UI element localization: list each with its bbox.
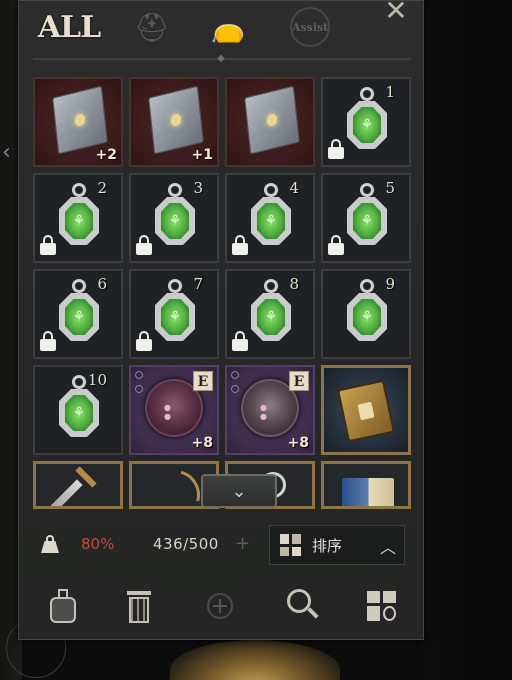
enhance-level: +8 xyxy=(287,435,309,451)
tome-icon xyxy=(148,85,204,155)
item-count: 1 xyxy=(385,83,395,101)
item-count: 5 xyxy=(385,179,395,197)
lock-icon xyxy=(327,235,345,255)
tab-equipment[interactable]: ⛑ xyxy=(127,5,177,49)
expand-capacity-button[interactable]: + xyxy=(235,533,250,554)
inventory-slot[interactable]: ◇ ◇ ◇⚘5 xyxy=(321,173,411,263)
socket-icon xyxy=(135,371,143,379)
add-icon xyxy=(207,593,233,619)
pocket-watch-icon: ⚘ xyxy=(155,279,195,343)
lock-icon xyxy=(39,235,57,255)
item-count: 3 xyxy=(193,179,203,197)
inventory-slot[interactable]: ◇ ◇ ◇⚘6 xyxy=(33,269,123,359)
add-button[interactable]: + xyxy=(197,583,243,629)
inventory-slot[interactable]: ◇ ◇ ◇⚘7 xyxy=(129,269,219,359)
sort-label: 排序 xyxy=(312,536,343,555)
socket-icon xyxy=(231,385,239,393)
item-count: 8 xyxy=(289,275,299,293)
close-button[interactable]: ✕ xyxy=(381,0,411,27)
enhance-level: +8 xyxy=(191,435,213,451)
lock-icon xyxy=(327,139,345,159)
pocket-watch-icon: ⚘ xyxy=(59,183,99,247)
bow-icon xyxy=(140,464,210,506)
pocket-watch-icon: ⚘ xyxy=(347,183,387,247)
bottom-toolbar: + xyxy=(19,581,425,631)
search-button[interactable] xyxy=(277,583,323,629)
weight-percent: 80% xyxy=(81,535,115,553)
tab-assist[interactable]: Assist xyxy=(285,5,335,49)
weight-icon xyxy=(39,533,61,555)
inventory-slot[interactable] xyxy=(321,461,411,509)
inventory-slot[interactable]: ◇ ◇ ◇⚘4 xyxy=(225,173,315,263)
grid-view-button[interactable] xyxy=(359,583,405,629)
item-count: 7 xyxy=(193,275,203,293)
background-right xyxy=(422,0,512,680)
assist-icon xyxy=(290,7,330,47)
close-icon: ✕ xyxy=(384,0,408,27)
item-count: 6 xyxy=(97,275,107,293)
inventory-slot[interactable]: +2 xyxy=(33,77,123,167)
inventory-slot[interactable]: ◇ ◇ ◇⚘10 xyxy=(33,365,123,455)
divider-ornament: ◆ xyxy=(217,53,225,64)
item-count: 4 xyxy=(289,179,299,197)
sort-icon xyxy=(280,534,302,556)
pocket-watch-icon: ⚘ xyxy=(251,279,291,343)
sword-icon xyxy=(37,479,83,506)
tab-all[interactable]: ALL xyxy=(38,5,101,49)
socket-icon xyxy=(135,385,143,393)
inventory-slot[interactable]: +1 xyxy=(129,77,219,167)
inventory-slot[interactable]: ● ● E +8 xyxy=(129,365,219,455)
inventory-slot[interactable] xyxy=(225,77,315,167)
tome-icon xyxy=(52,85,108,155)
lock-icon xyxy=(231,235,249,255)
inventory-slot[interactable]: ◇ ◇ ◇⚘3 xyxy=(129,173,219,263)
item-count: 9 xyxy=(385,275,395,293)
inventory-panel: ALL ⛑ 👝 Assist ✕ ◆ +2+1◇ ◇ ◇⚘1◇ ◇ ◇⚘2◇ ◇… xyxy=(18,0,424,640)
sort-button[interactable]: 排序 ︿ xyxy=(269,525,405,565)
expand-button[interactable]: ⌄ xyxy=(201,474,277,508)
item-count: 10 xyxy=(87,371,107,389)
equipped-badge: E xyxy=(193,371,213,391)
pocket-watch-icon: ⚘ xyxy=(155,183,195,247)
pocket-watch-icon: ⚘ xyxy=(59,279,99,343)
chevron-up-icon: ︿ xyxy=(379,538,396,557)
tab-consumables[interactable]: 👝 xyxy=(203,5,253,49)
bag-icon: 👝 xyxy=(210,10,246,44)
side-arrow-icon[interactable]: ‹ xyxy=(2,140,11,165)
slot-capacity: 436/500 xyxy=(153,535,219,553)
background-orb xyxy=(170,640,340,680)
enhance-level: +1 xyxy=(191,147,213,163)
lock-icon xyxy=(135,235,153,255)
enhance-level: +2 xyxy=(95,147,117,163)
tab-bar: ALL ⛑ 👝 Assist ✕ xyxy=(19,0,425,57)
item-count: 2 xyxy=(97,179,107,197)
tome-icon xyxy=(244,85,300,155)
pocket-watch-icon: ⚘ xyxy=(347,279,387,343)
inventory-slot[interactable] xyxy=(321,365,411,455)
socket-icon xyxy=(231,371,239,379)
scroll-icon xyxy=(342,478,394,506)
inventory-slot[interactable]: ◇ ◇ ◇⚘2 xyxy=(33,173,123,263)
lock-icon xyxy=(135,331,153,351)
potion-button[interactable] xyxy=(39,583,85,629)
inventory-slot[interactable]: ◇ ◇ ◇⚘1 xyxy=(321,77,411,167)
helmet-icon: ⛑ xyxy=(134,10,170,44)
equipped-badge: E xyxy=(289,371,309,391)
inventory-stats: 80% 436/500 + 排序 ︿ xyxy=(19,521,425,571)
inventory-slot[interactable]: ◇ ◇ ◇⚘9 xyxy=(321,269,411,359)
inventory-slot[interactable]: ● ● E +8 xyxy=(225,365,315,455)
inventory-slot[interactable] xyxy=(33,461,123,509)
chevron-down-icon: ⌄ xyxy=(231,480,247,502)
spellbook-icon xyxy=(336,379,396,443)
pocket-watch-icon: ⚘ xyxy=(347,87,387,151)
trash-button[interactable] xyxy=(115,583,161,629)
lock-icon xyxy=(39,331,57,351)
lock-icon xyxy=(231,331,249,351)
inventory-slot[interactable]: ◇ ◇ ◇⚘8 xyxy=(225,269,315,359)
grid-icon xyxy=(367,591,397,621)
pocket-watch-icon: ⚘ xyxy=(251,183,291,247)
